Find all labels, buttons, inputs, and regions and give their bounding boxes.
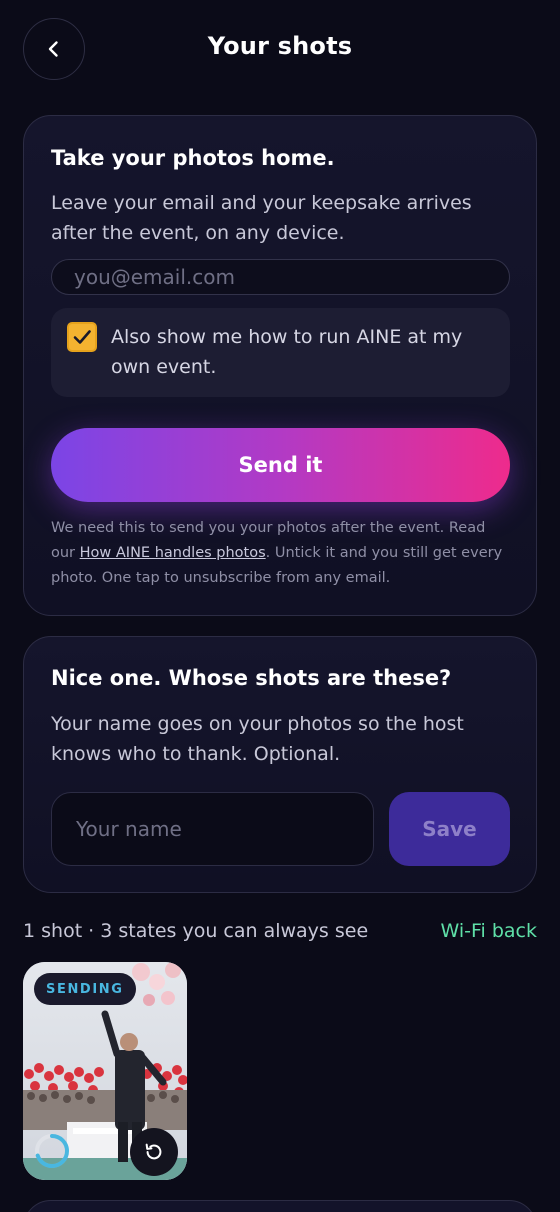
- save-button[interactable]: Save: [389, 792, 510, 866]
- page-title: Your shots: [207, 32, 353, 60]
- privacy-policy-link[interactable]: How AINE handles photos: [80, 545, 266, 561]
- shots-summary: 1 shot · 3 states you can always see: [23, 920, 369, 942]
- shot-thumbnail[interactable]: SENDING: [23, 962, 187, 1180]
- status-badge: SENDING: [34, 973, 136, 1005]
- name-card-subtitle: Your name goes on your photos so the hos…: [51, 713, 464, 765]
- opt-in-checkbox[interactable]: [67, 322, 97, 352]
- email-card: Take your photos home. Leave your email …: [23, 115, 537, 616]
- send-button[interactable]: Send it: [51, 428, 510, 502]
- opt-in-label: Also show me how to run AINE at my own e…: [111, 326, 463, 378]
- top-bar: Your shots: [0, 0, 560, 100]
- email-card-title: Take your photos home.: [51, 146, 335, 170]
- shots-screen: Your shots Take your photos home. Leave …: [0, 0, 560, 1212]
- name-field[interactable]: [51, 792, 374, 866]
- retry-button[interactable]: [130, 1128, 178, 1176]
- email-field[interactable]: [51, 259, 510, 295]
- name-card-title: Nice one. Whose shots are these?: [51, 666, 452, 690]
- email-card-subtitle: Leave your email and your keepsake arriv…: [51, 192, 472, 244]
- checkmark-icon: [73, 330, 91, 344]
- upload-progress-ring: [35, 1134, 69, 1168]
- retry-icon: [145, 1143, 162, 1160]
- connection-status: Wi-Fi back: [440, 920, 537, 942]
- privacy-note: We need this to send you your photos aft…: [51, 516, 513, 591]
- name-card: Nice one. Whose shots are these? Your na…: [23, 636, 537, 893]
- next-card: [23, 1200, 537, 1212]
- opt-in-row[interactable]: Also show me how to run AINE at my own e…: [51, 308, 510, 397]
